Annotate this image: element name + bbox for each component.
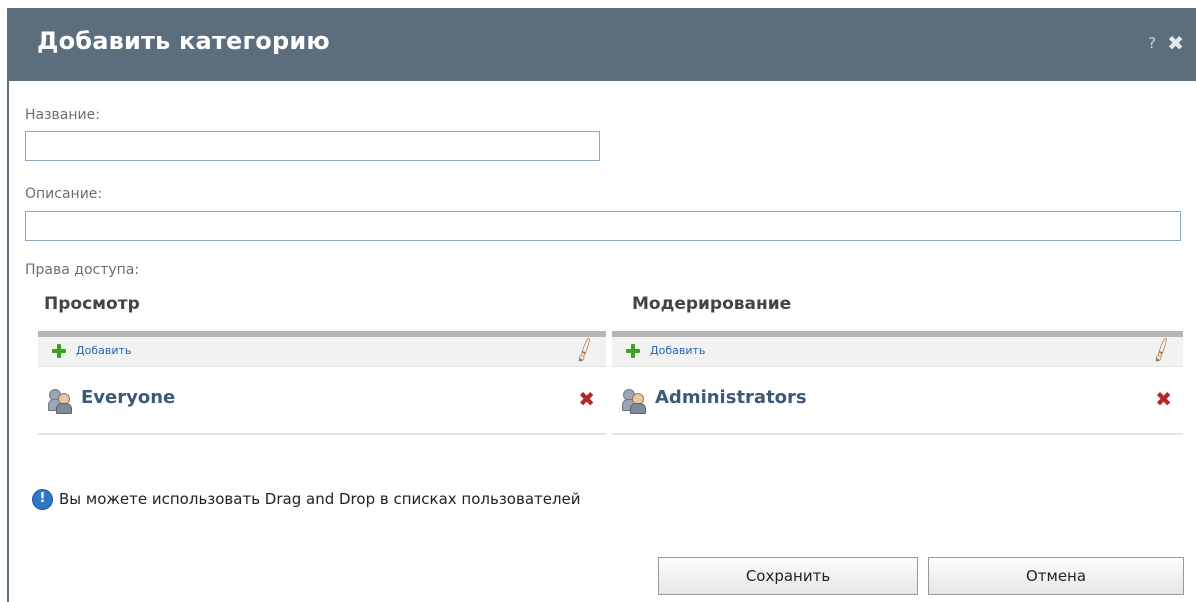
add-category-dialog: Добавить категорию ? ✖	[9, 8, 1196, 602]
moderation-add-link[interactable]: Добавить	[650, 344, 705, 357]
clear-broom-icon[interactable]: 🖌	[570, 336, 600, 365]
remove-icon[interactable]: ✖	[578, 387, 595, 411]
user-group-icon	[622, 388, 646, 414]
name-label: Название:	[25, 107, 100, 123]
add-plus-icon[interactable]	[52, 344, 66, 358]
list-item[interactable]: Everyone ✖	[38, 367, 606, 435]
view-add-link[interactable]: Добавить	[76, 344, 131, 357]
description-label: Описание:	[25, 186, 103, 202]
user-name: Administrators	[655, 387, 807, 408]
dialog-title: Добавить категорию	[37, 27, 330, 55]
window-left-edge	[0, 0, 9, 602]
access-rights-label: Права доступа:	[25, 262, 140, 278]
clear-broom-icon[interactable]: 🖌	[1147, 336, 1177, 365]
description-field[interactable]	[25, 211, 1181, 241]
moderation-permission-panel: Добавить 🖌 Administrators ✖	[612, 331, 1183, 435]
view-permission-panel: Добавить 🖌 Everyone ✖	[38, 331, 606, 435]
panel-toolbar: Добавить 🖌	[38, 336, 606, 367]
list-item[interactable]: Administrators ✖	[612, 367, 1183, 435]
name-field[interactable]	[25, 131, 600, 161]
info-icon: !	[32, 489, 53, 510]
cancel-button[interactable]: Отмена	[928, 557, 1184, 595]
panel-toolbar: Добавить 🖌	[612, 336, 1183, 367]
close-icon[interactable]: ✖	[1167, 31, 1184, 55]
save-button[interactable]: Сохранить	[658, 557, 918, 595]
remove-icon[interactable]: ✖	[1155, 387, 1172, 411]
view-permission-title: Просмотр	[44, 294, 140, 314]
user-name: Everyone	[81, 387, 176, 408]
add-plus-icon[interactable]	[626, 344, 640, 358]
moderation-permission-title: Модерирование	[632, 294, 792, 314]
help-icon[interactable]: ?	[1148, 34, 1156, 52]
user-group-icon	[48, 388, 72, 414]
drag-drop-hint: Вы можете использовать Drag and Drop в с…	[59, 490, 581, 508]
dialog-titlebar: Добавить категорию ? ✖	[9, 8, 1196, 81]
